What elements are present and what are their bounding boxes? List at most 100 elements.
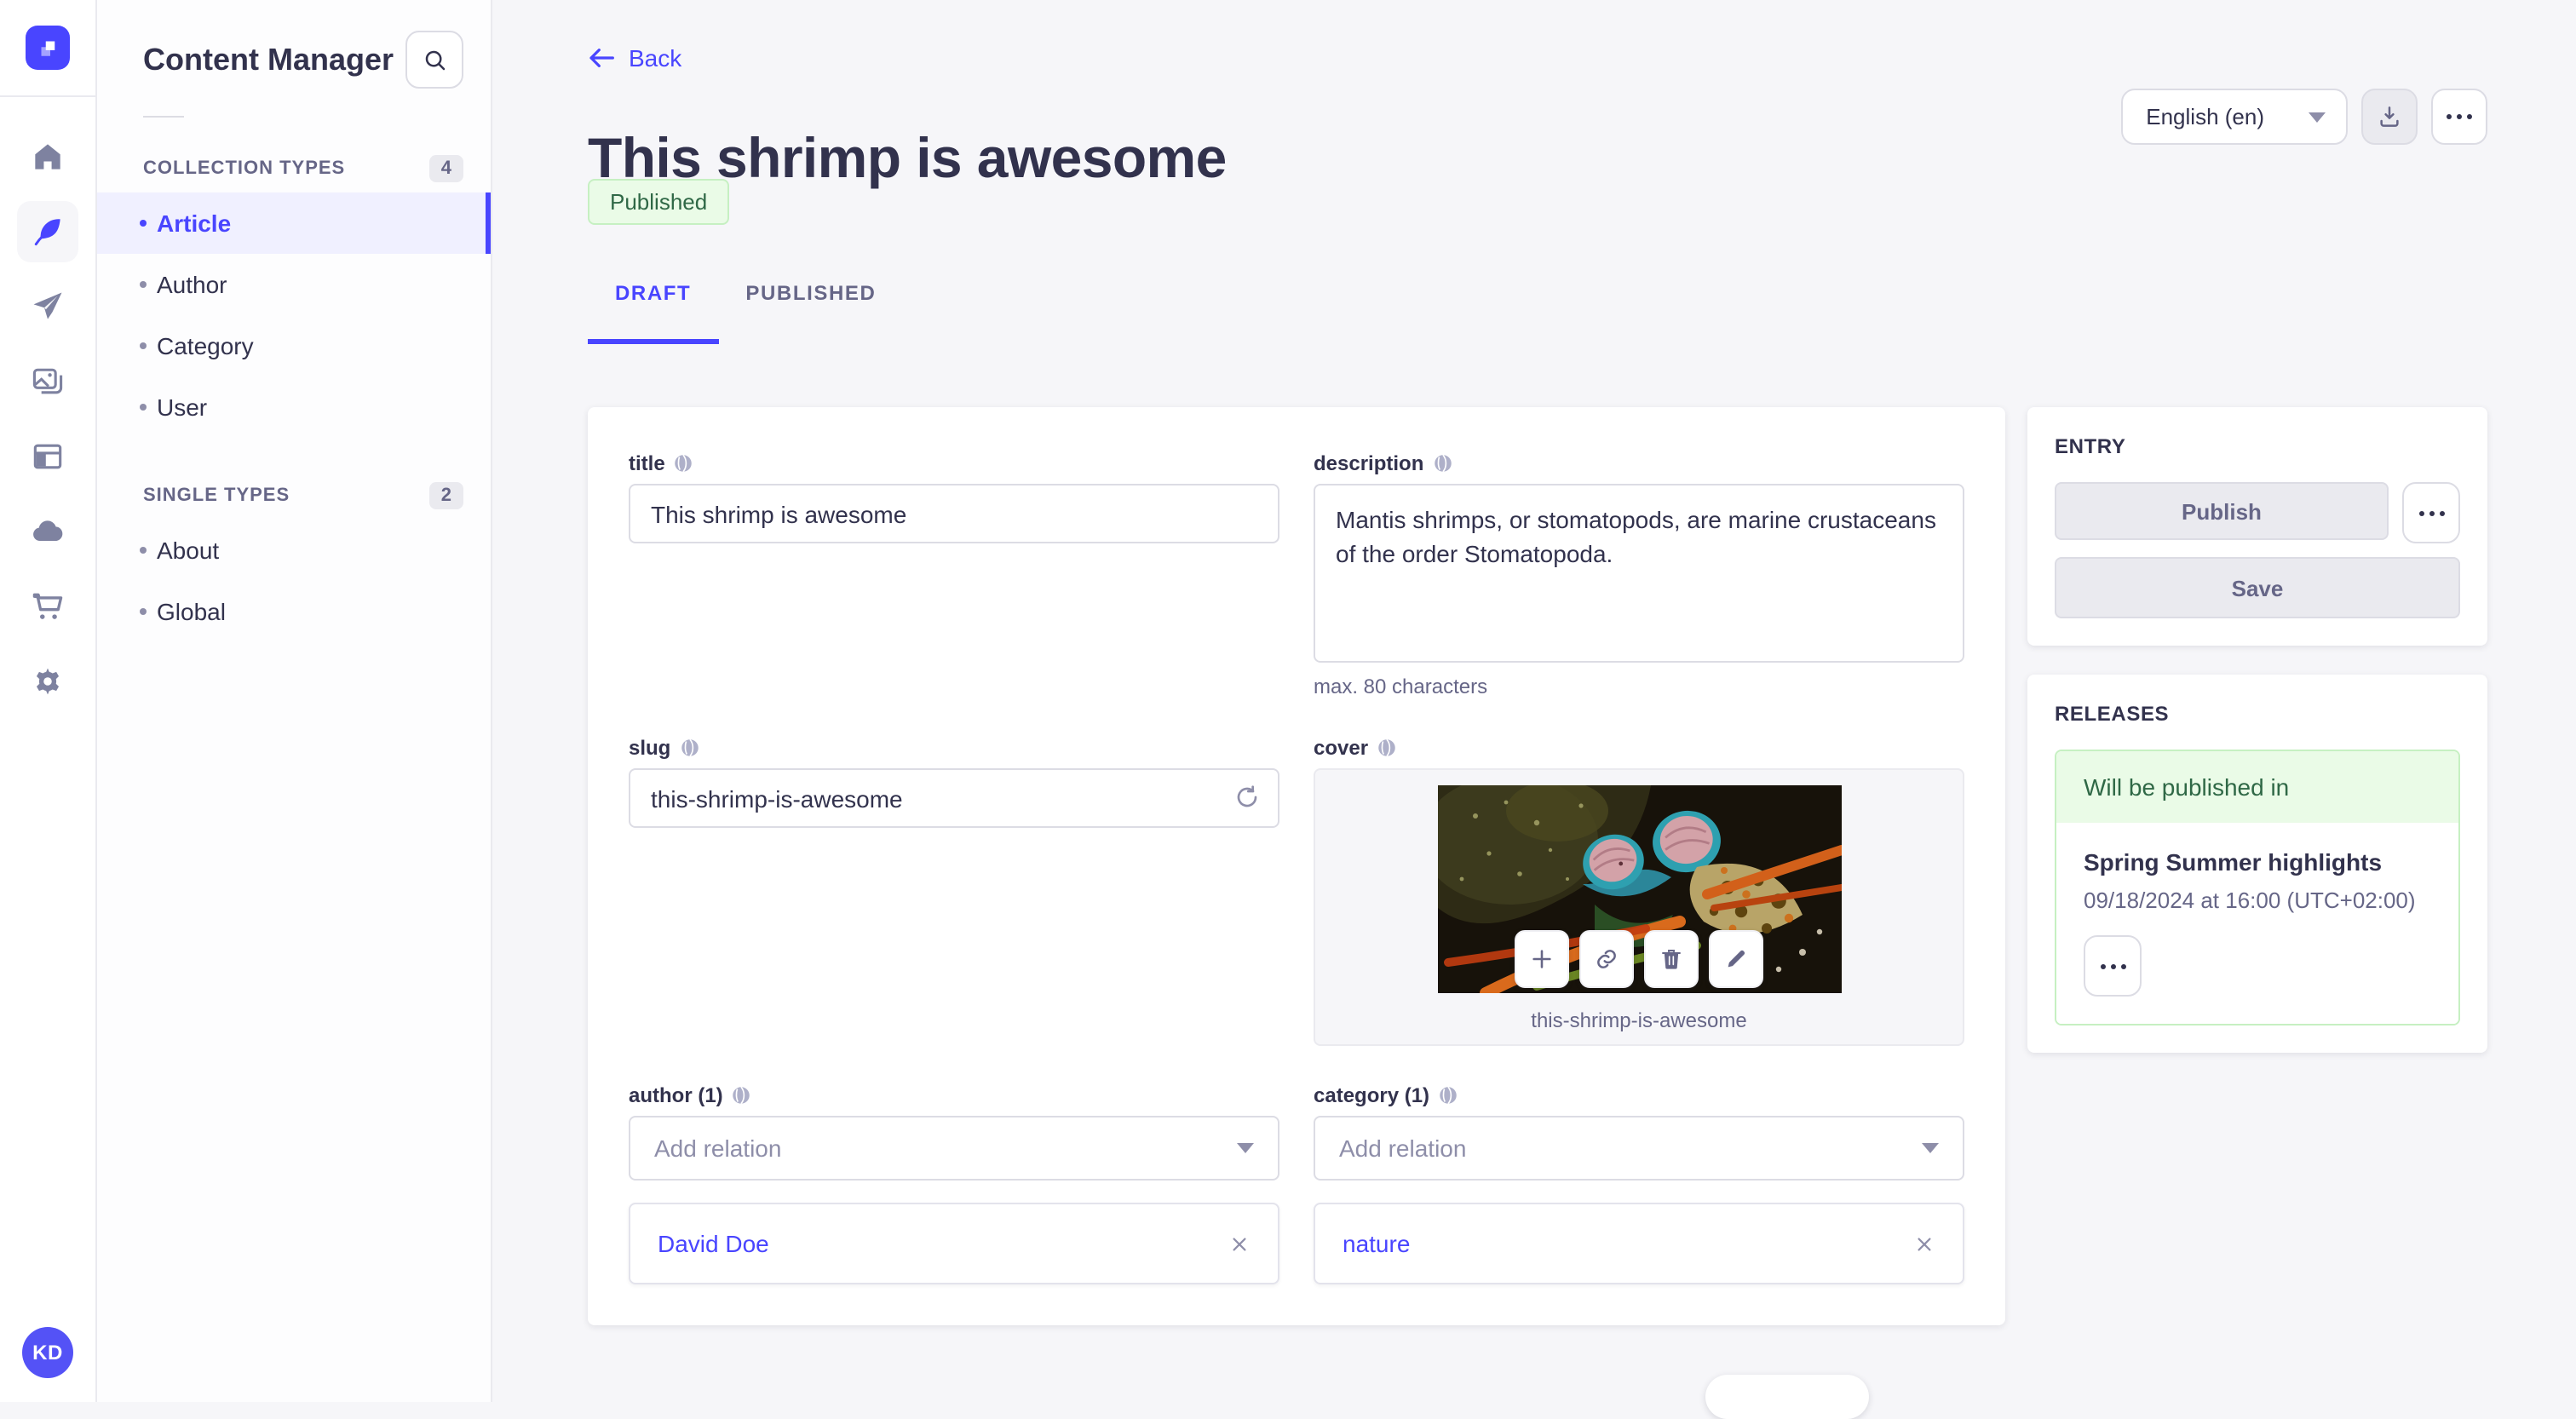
globe-icon <box>1434 454 1452 473</box>
author-relation-select[interactable]: Add relation <box>629 1116 1279 1181</box>
field-description: description Mantis shrimps, or stomatopo… <box>1314 451 1964 698</box>
download-icon <box>2380 106 2399 127</box>
author-relation-link[interactable]: David Doe <box>658 1230 769 1257</box>
slug-input[interactable] <box>629 768 1279 828</box>
sidebar-item-label: Article <box>157 210 232 237</box>
remove-category-button[interactable] <box>1908 1228 1939 1259</box>
strapi-logo-icon <box>41 41 55 56</box>
section-label-single-types: SINGLE TYPES <box>143 485 290 506</box>
version-tabs: DRAFT PUBLISHED <box>588 281 903 344</box>
sidebar-item-article[interactable]: Article <box>95 192 491 254</box>
category-relation-item: nature <box>1314 1203 1964 1284</box>
more-horizontal-icon <box>2110 963 2115 968</box>
author-relation-item: David Doe <box>629 1203 1279 1284</box>
arrow-left-icon <box>589 49 614 67</box>
sidebar-divider <box>143 116 184 118</box>
regenerate-icon[interactable] <box>1233 784 1261 819</box>
plus-icon <box>1532 950 1551 968</box>
strapi-logo[interactable] <box>26 26 70 70</box>
globe-icon <box>733 1086 750 1105</box>
back-link[interactable]: Back <box>588 44 681 72</box>
sidebar-item-category[interactable]: Category <box>95 315 491 376</box>
description-label: description <box>1314 451 1424 475</box>
gear-icon[interactable] <box>17 651 78 712</box>
entry-panel: ENTRY Publish Save <box>2027 407 2487 646</box>
pencil-icon <box>1728 950 1745 968</box>
globe-icon <box>675 454 693 473</box>
feather-content-icon[interactable] <box>17 201 78 262</box>
close-icon <box>1232 1237 1245 1250</box>
tab-draft[interactable]: DRAFT <box>588 281 719 344</box>
add-asset-button[interactable] <box>1515 930 1569 988</box>
status-badge: Published <box>588 179 730 225</box>
user-avatar[interactable]: KD <box>22 1327 73 1378</box>
trash-icon <box>1662 950 1681 969</box>
home-icon[interactable] <box>17 126 78 187</box>
download-button[interactable] <box>2361 89 2418 145</box>
close-icon <box>1917 1237 1930 1250</box>
search-icon <box>424 49 445 70</box>
delete-asset-button[interactable] <box>1644 930 1699 988</box>
sidebar-item-label: Global <box>157 598 226 625</box>
cart-icon[interactable] <box>17 576 78 637</box>
tab-published[interactable]: PUBLISHED <box>718 281 903 339</box>
author-label: author (1) <box>629 1083 723 1107</box>
collection-types-count-badge: 4 <box>428 155 463 182</box>
category-relation-select[interactable]: Add relation <box>1314 1116 1964 1181</box>
chevron-down-icon <box>1237 1143 1254 1153</box>
chevron-down-icon <box>1922 1143 1939 1153</box>
single-types-count-badge: 2 <box>428 482 463 509</box>
cover-label: cover <box>1314 736 1369 760</box>
release-date: 09/18/2024 at 16:00 (UTC+02:00) <box>2084 888 2416 913</box>
description-helper: max. 80 characters <box>1314 675 1488 698</box>
entry-more-button[interactable] <box>2402 482 2460 543</box>
field-title: title <box>629 451 1279 698</box>
section-label-collection-types: COLLECTION TYPES <box>143 158 346 179</box>
link-icon <box>1597 950 1616 968</box>
sidebar-item-label: Author <box>157 271 227 298</box>
edit-form-card: title description <box>588 407 2005 1325</box>
sidebar-item-author[interactable]: Author <box>95 254 491 315</box>
category-placeholder: Add relation <box>1339 1135 1467 1162</box>
release-more-button[interactable] <box>2084 935 2142 997</box>
release-card: Will be published in Spring Summer highl… <box>2055 750 2460 1025</box>
media-library-icon[interactable] <box>17 351 78 412</box>
title-label: title <box>629 451 665 475</box>
header-toolbar: English (en) <box>2120 89 2487 145</box>
search-button[interactable] <box>405 31 463 89</box>
title-input[interactable] <box>629 484 1279 543</box>
paper-plane-icon[interactable] <box>17 276 78 337</box>
more-horizontal-icon <box>2457 114 2462 119</box>
release-name: Spring Summer highlights <box>2084 848 2383 876</box>
edit-asset-button[interactable] <box>1709 930 1763 988</box>
cloud-icon[interactable] <box>17 501 78 562</box>
bottom-floating-pill[interactable] <box>1705 1375 1869 1419</box>
publish-button[interactable]: Publish <box>2055 482 2389 540</box>
copy-link-button[interactable] <box>1579 930 1634 988</box>
locale-select[interactable]: English (en) <box>2120 89 2348 145</box>
globe-icon <box>1440 1086 1457 1105</box>
field-cover: cover this-shrimp-is-awesome <box>1314 736 1964 1046</box>
sidebar-title: Content Manager <box>143 42 394 76</box>
field-category: category (1) Add relation nature <box>1314 1083 1964 1284</box>
category-relation-link[interactable]: nature <box>1343 1230 1410 1257</box>
sidebar-item-about[interactable]: About <box>95 520 491 581</box>
sidebar-item-global[interactable]: Global <box>95 581 491 642</box>
releases-panel-title: RELEASES <box>2055 702 2170 726</box>
remove-author-button[interactable] <box>1223 1228 1254 1259</box>
description-textarea[interactable]: Mantis shrimps, or stomatopods, are mari… <box>1314 484 1964 663</box>
right-sidebar: ENTRY Publish Save RELEASES Will be publ… <box>2027 407 2487 1053</box>
field-author: author (1) Add relation David Doe <box>629 1083 1279 1284</box>
app-window: KD Content Manager COLLECTION TYPES 4 Ar… <box>0 0 2576 1419</box>
layout-builder-icon[interactable] <box>17 426 78 487</box>
save-button[interactable]: Save <box>2055 557 2460 618</box>
rail-nav <box>0 97 95 726</box>
sidebar-item-user[interactable]: User <box>95 376 491 438</box>
slug-label: slug <box>629 736 671 760</box>
sidebar-item-label: About <box>157 537 220 564</box>
cover-image <box>1437 785 1841 993</box>
entry-panel-title: ENTRY <box>2055 434 2126 458</box>
sidebar-item-label: User <box>157 394 208 421</box>
cover-toolbar <box>1515 930 1763 988</box>
header-more-button[interactable] <box>2431 89 2487 145</box>
